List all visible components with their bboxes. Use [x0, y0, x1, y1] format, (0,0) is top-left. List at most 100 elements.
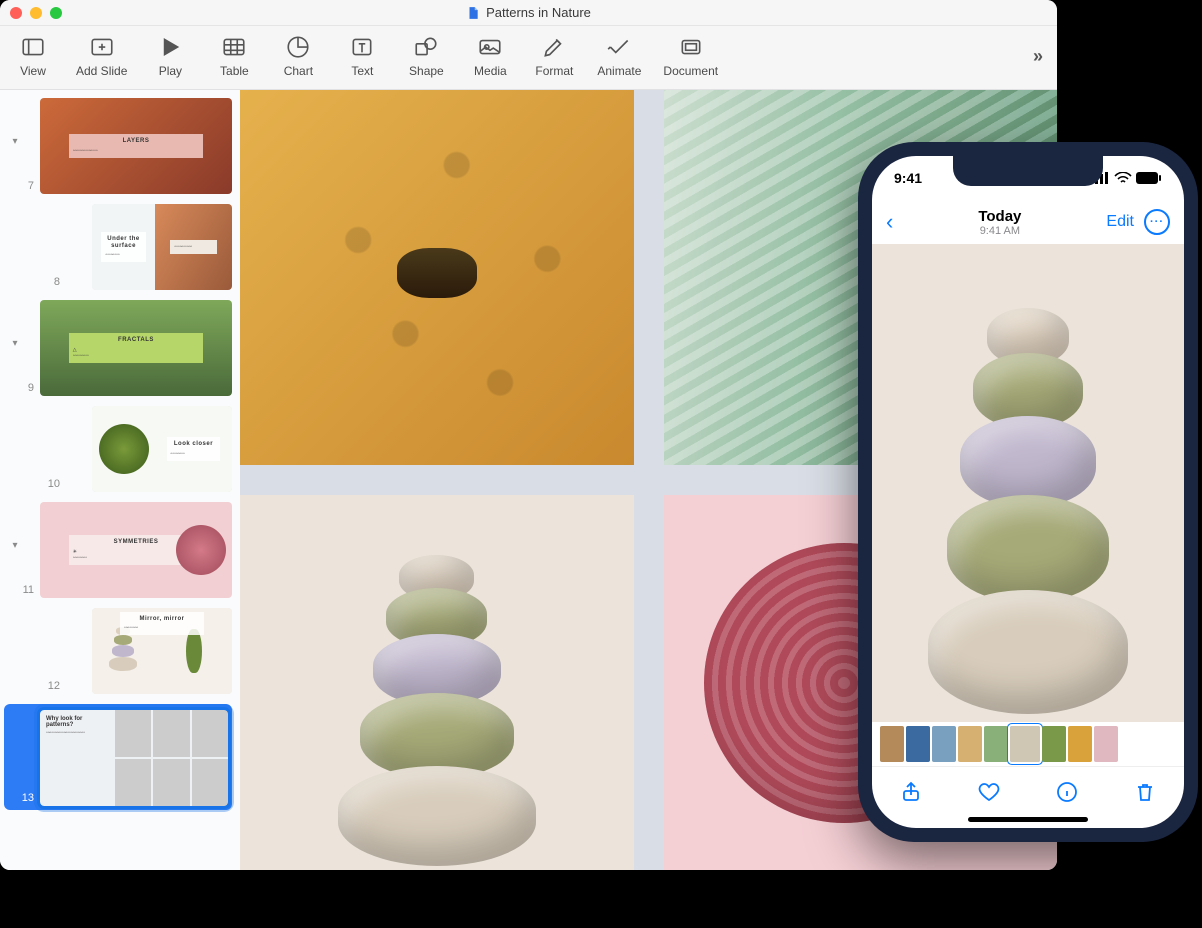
document-toolbar-icon — [678, 34, 704, 60]
toolbar: View Add Slide Play Table Chart Text Sha… — [0, 26, 1057, 90]
canvas-image-honeycomb[interactable] — [240, 90, 634, 465]
share-icon — [899, 780, 923, 804]
slide-number: 10 — [38, 478, 64, 492]
favorite-button[interactable] — [977, 780, 1001, 809]
photos-toolbar — [872, 766, 1184, 822]
home-indicator[interactable] — [968, 817, 1088, 822]
photo-thumbnail-strip[interactable] — [872, 722, 1184, 766]
battery-icon — [1136, 172, 1162, 184]
chart-icon — [285, 34, 311, 60]
document-label: Document — [663, 64, 718, 78]
minimize-button[interactable] — [30, 7, 42, 19]
slide-thumb-13[interactable]: 13 Why look for patterns?▫▫▫▫▫▫▫▫▫▫▫▫▫▫▫… — [4, 704, 232, 810]
add-slide-label: Add Slide — [76, 64, 127, 78]
trash-icon — [1133, 780, 1157, 804]
media-button[interactable]: Media — [469, 34, 511, 78]
disclosure-icon[interactable]: ▾ — [8, 338, 22, 349]
iphone-notch — [953, 156, 1103, 186]
format-label: Format — [535, 64, 573, 78]
shape-label: Shape — [409, 64, 444, 78]
strip-thumb[interactable] — [906, 726, 930, 762]
text-label: Text — [351, 64, 373, 78]
slide-thumb-9[interactable]: ▾ 9 FRACTALS△▫▫▫▫▫▫▫▫▫ — [4, 300, 232, 396]
animate-button[interactable]: Animate — [597, 34, 641, 78]
shape-button[interactable]: Shape — [405, 34, 447, 78]
shape-icon — [413, 34, 439, 60]
info-icon — [1055, 780, 1079, 804]
photos-title: Today — [978, 208, 1021, 225]
window-title: Patterns in Nature — [486, 5, 591, 20]
format-icon — [541, 34, 567, 60]
strip-thumb[interactable] — [1068, 726, 1092, 762]
text-button[interactable]: Text — [341, 34, 383, 78]
edit-button[interactable]: Edit — [1106, 213, 1134, 231]
wifi-icon — [1114, 172, 1132, 184]
text-icon — [349, 34, 375, 60]
document-button[interactable]: Document — [663, 34, 718, 78]
document-icon — [466, 6, 480, 20]
slide-number: 12 — [38, 680, 64, 694]
table-button[interactable]: Table — [213, 34, 255, 78]
photos-subtitle: 9:41 AM — [978, 225, 1021, 237]
more-button[interactable]: ··· — [1144, 209, 1170, 235]
disclosure-icon[interactable]: ▾ — [8, 136, 22, 147]
view-button[interactable]: View — [12, 34, 54, 78]
disclosure-icon[interactable]: ▾ — [8, 540, 22, 551]
slide-number: 11 — [12, 584, 38, 598]
add-slide-button[interactable]: Add Slide — [76, 34, 127, 78]
table-icon — [221, 34, 247, 60]
photos-header: ‹ Today 9:41 AM Edit ··· — [872, 200, 1184, 244]
strip-thumb[interactable] — [958, 726, 982, 762]
window-title-area: Patterns in Nature — [0, 5, 1057, 20]
slide-thumb-11[interactable]: ▾ 11 SYMMETRIES✳▫▫▫▫▫▫▫▫ — [4, 502, 232, 598]
strip-thumb[interactable] — [932, 726, 956, 762]
thumb-title: Under the surface — [105, 236, 141, 250]
thumb-title: LAYERS — [73, 138, 199, 145]
back-button[interactable]: ‹ — [886, 209, 893, 235]
strip-thumb[interactable] — [1094, 726, 1118, 762]
titlebar: Patterns in Nature — [0, 0, 1057, 26]
info-button[interactable] — [1055, 780, 1079, 809]
media-label: Media — [474, 64, 507, 78]
thumb-title: Why look for patterns? — [46, 716, 109, 728]
zoom-button[interactable] — [50, 7, 62, 19]
strip-thumb[interactable] — [1042, 726, 1066, 762]
delete-button[interactable] — [1133, 780, 1157, 809]
animate-icon — [606, 34, 632, 60]
canvas-image-urchin-stack[interactable] — [240, 495, 634, 870]
status-time: 9:41 — [894, 170, 922, 186]
close-button[interactable] — [10, 7, 22, 19]
view-label: View — [20, 64, 46, 78]
animate-label: Animate — [597, 64, 641, 78]
iphone-screen: 9:41 ‹ Today 9:41 AM Edit ··· — [872, 156, 1184, 828]
slide-number: 13 — [12, 792, 38, 806]
iphone-device: 9:41 ‹ Today 9:41 AM Edit ··· — [858, 142, 1198, 842]
play-label: Play — [159, 64, 182, 78]
slide-number: 8 — [38, 276, 64, 290]
play-icon — [157, 34, 183, 60]
slide-thumb-7[interactable]: ▾ 7 LAYERS▫▫▫▫▫▫▫▫▫▫▫▫▫▫ — [4, 98, 232, 194]
play-button[interactable]: Play — [149, 34, 191, 78]
thumb-title: FRACTALS — [73, 337, 199, 344]
toolbar-overflow-button[interactable]: » — [1033, 46, 1045, 67]
traffic-lights — [10, 7, 62, 19]
thumb-title: Look closer — [171, 441, 217, 448]
thumb-title: Mirror, mirror — [124, 616, 200, 623]
photo-viewer[interactable] — [872, 244, 1184, 722]
slide-thumb-10[interactable]: 10 Look closer▫▫▫▫▫▫▫▫ — [4, 406, 232, 492]
photos-title-area: Today 9:41 AM — [978, 208, 1021, 237]
table-label: Table — [220, 64, 249, 78]
format-button[interactable]: Format — [533, 34, 575, 78]
chart-label: Chart — [284, 64, 313, 78]
slide-thumb-12[interactable]: 12 Mirror, mirror▫▫▫▫▫▫▫▫ — [4, 608, 232, 694]
strip-thumb[interactable] — [880, 726, 904, 762]
slide-number: 9 — [12, 382, 38, 396]
slide-number: 7 — [12, 180, 38, 194]
share-button[interactable] — [899, 780, 923, 809]
slide-navigator[interactable]: ▾ 7 LAYERS▫▫▫▫▫▫▫▫▫▫▫▫▫▫ 8 Under the sur… — [0, 90, 240, 870]
strip-thumb-selected[interactable] — [1010, 726, 1040, 762]
strip-thumb[interactable] — [984, 726, 1008, 762]
media-icon — [477, 34, 503, 60]
chart-button[interactable]: Chart — [277, 34, 319, 78]
slide-thumb-8[interactable]: 8 Under the surface▫▫▫▫▫▫▫▫ ▫▫▫▫▫▫▫▫▫▫ — [4, 204, 232, 290]
